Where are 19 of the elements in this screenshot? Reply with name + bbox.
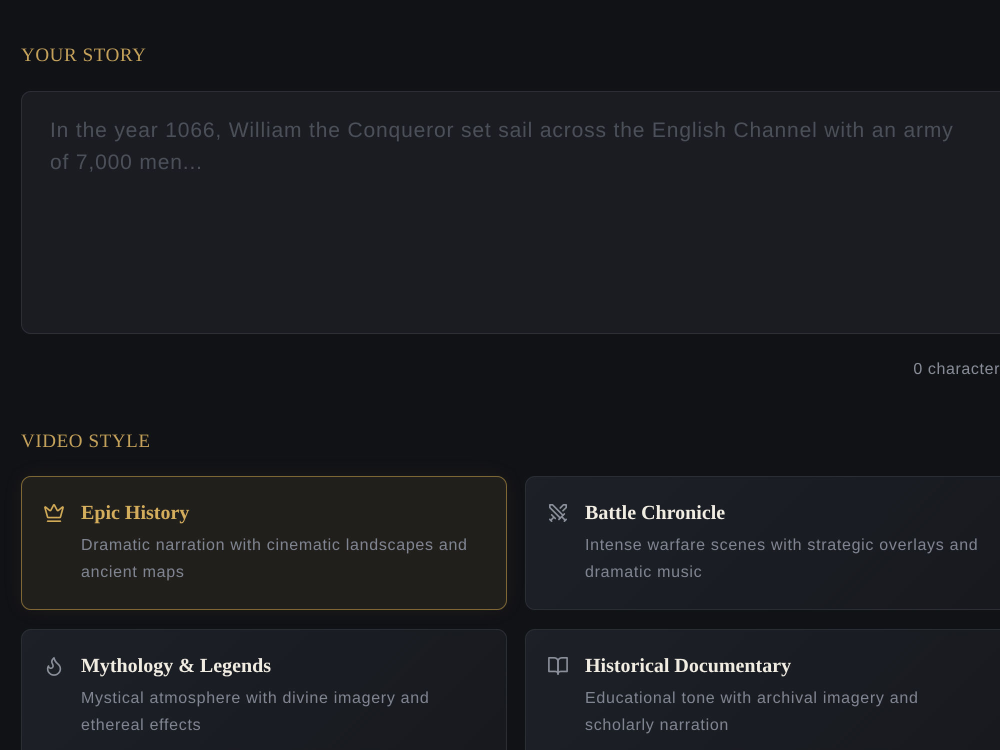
option-description: Mystical atmosphere with divine imagery and ethereal effects	[81, 689, 430, 736]
section-heading: VIDEO STYLE	[21, 430, 151, 454]
option-title: Historical Documentary	[585, 654, 792, 678]
style-option-card[interactable]: Mythology & Legends Mystical atmosphere with divine imagery and ethereal effects	[21, 629, 507, 750]
book-icon	[548, 656, 568, 676]
character-count: 0 character	[913, 360, 1000, 380]
option-description: Intense warfare scenes with strategic overlays and dramatic music	[585, 536, 980, 582]
flame-icon	[44, 656, 64, 676]
option-title: Battle Chronicle	[585, 501, 726, 525]
option-title: Epic History	[81, 501, 190, 525]
style-option-card[interactable]: Epic History Dramatic narration with cinematic landscapes and ancient maps	[21, 476, 507, 610]
section-heading: YOUR STORY	[21, 44, 146, 68]
crown-icon	[44, 503, 64, 523]
swords-icon	[548, 503, 568, 523]
option-description: Educational tone with archival imagery and scholarly narration	[585, 689, 920, 736]
style-option-card[interactable]: Battle Chronicle Intense warfare scenes with strategic overlays and dramatic music	[525, 476, 1000, 610]
option-title: Mythology & Legends	[81, 654, 271, 678]
option-description: Dramatic narration with cinematic landscapes and ancient maps	[81, 536, 469, 582]
style-option-card[interactable]: Historical Documentary Educational tone with archival imagery and scholarly narration	[525, 629, 1000, 750]
